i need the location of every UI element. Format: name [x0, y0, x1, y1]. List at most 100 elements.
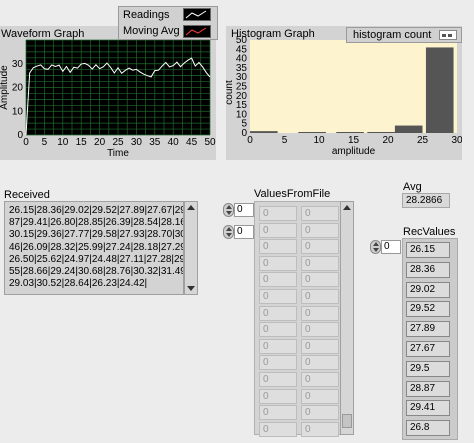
values-from-file-cell[interactable]: 0: [259, 305, 297, 321]
received-line: 29.03|30.52|28.64|26.23|24.42|: [9, 278, 148, 290]
values-from-file-cell[interactable]: 0: [301, 322, 339, 338]
rec-values-index-input[interactable]: 0: [381, 240, 401, 254]
received-scrollbar[interactable]: [184, 201, 198, 295]
x-tick-label: 45: [186, 137, 198, 148]
histogram-bar: [367, 132, 395, 133]
legend-swatch-readings[interactable]: [183, 8, 211, 21]
values-from-file-cell[interactable]: 0: [301, 289, 339, 304]
col-index-input[interactable]: 0: [234, 225, 254, 239]
histogram-swatch-block: [448, 34, 452, 37]
rec-values-cell: 27.89: [406, 321, 450, 338]
legend-swatch-moving-avg[interactable]: [183, 25, 211, 38]
rec-values-cell: 29.52: [406, 301, 450, 318]
x-tick-label: 20: [382, 135, 394, 146]
histogram-bar: [250, 131, 278, 133]
row-index-input[interactable]: 0: [234, 203, 254, 217]
x-tick-label: 35: [149, 137, 161, 148]
values-from-file-cell[interactable]: 0: [301, 405, 339, 421]
scroll-up-icon[interactable]: [343, 205, 351, 210]
received-line: 26.15|28.36|29.02|29.52|27.89|27.67|29.5…: [9, 205, 183, 216]
values-from-file-cell[interactable]: 0: [259, 355, 297, 371]
x-tick-label: 5: [282, 135, 288, 146]
values-from-file-cell[interactable]: 0: [301, 272, 339, 288]
values-from-file-cell[interactable]: 0: [301, 421, 339, 437]
row-index-spinner[interactable]: [223, 203, 234, 217]
x-tick-label: 50: [204, 137, 216, 148]
x-tick-label: 15: [348, 135, 360, 146]
rec-values-index-spinner[interactable]: [370, 240, 381, 254]
x-tick-label: 5: [42, 137, 48, 148]
x-tick-label: 30: [451, 135, 462, 146]
values-from-file-cell[interactable]: 0: [259, 322, 297, 338]
histogram-legend[interactable]: histogram count: [346, 27, 462, 43]
histogram-graph[interactable]: 0 5 10 15 20 25 30 0 5 10 15 20 25 30 35 40 45 50 amplitud…: [226, 26, 462, 160]
y-axis-label: Amplitude: [0, 65, 10, 110]
col-index-spinner[interactable]: [223, 225, 234, 239]
y-tick-label: 10: [12, 106, 24, 117]
scroll-up-icon[interactable]: [187, 205, 195, 210]
received-line: 30.15|29.36|27.77|29.58|27.93|28.70|30.2…: [9, 229, 183, 241]
waveform-plot[interactable]: 0 5 10 15 20 25 30 35 40 45 500102030TimeAmplitude: [0, 26, 216, 160]
values-from-file-cell[interactable]: 0: [301, 355, 339, 371]
histogram-title: Histogram Graph: [231, 28, 315, 40]
values-from-file-cell[interactable]: 0: [301, 239, 339, 255]
x-tick-label: 0: [23, 137, 29, 148]
y-tick-label: 20: [12, 83, 24, 94]
values-from-file-cell[interactable]: 0: [301, 255, 339, 271]
received-text[interactable]: 26.15|28.36|29.02|29.52|27.89|27.67|29.5…: [4, 201, 184, 295]
x-axis-label: amplitude: [332, 146, 376, 157]
values-from-file-cell[interactable]: 0: [259, 289, 297, 304]
avg-label: Avg: [403, 181, 422, 193]
received-line: 55|28.66|29.24|30.68|28.76|30.32|31.49|3…: [9, 266, 183, 278]
rec-values-cell: 28.87: [406, 380, 450, 397]
values-from-file-cell[interactable]: 0: [259, 388, 297, 404]
values-from-file-cell[interactable]: 0: [301, 222, 339, 238]
rec-values-cell: 27.67: [406, 341, 450, 357]
values-from-file-cell[interactable]: 0: [259, 239, 297, 255]
y-tick-label: 30: [12, 59, 24, 70]
histogram-plot[interactable]: 0 5 10 15 20 25 3005101520253035404550amplitud…: [226, 26, 462, 160]
values-from-file-cell[interactable]: 0: [259, 372, 297, 387]
values-from-file-cell[interactable]: 0: [301, 338, 339, 354]
waveform-graph[interactable]: 0 5 10 15 20 25 30 35 40 45 50 0 10 20 30 Time Amplitude: [0, 26, 216, 160]
rec-values-label: RecValues: [403, 226, 456, 238]
values-from-file-cell[interactable]: 0: [301, 206, 339, 221]
values-from-file-cell[interactable]: 0: [259, 405, 297, 421]
waveform-legend[interactable]: Readings Moving Avg: [118, 6, 218, 40]
values-from-file-cell[interactable]: 0: [259, 421, 297, 437]
received-label: Received: [4, 189, 50, 201]
values-from-file-array[interactable]: 0000000000000000000000000000: [254, 201, 344, 437]
values-from-file-label: ValuesFromFile: [254, 188, 331, 200]
histogram-swatch-icon[interactable]: [439, 30, 457, 40]
waveform-title: Waveform Graph: [1, 28, 85, 40]
rec-values-array[interactable]: 26.15 28.36 29.02 29.52 27.89 27.67 29.5 28.87 2…: [402, 238, 458, 440]
y-axis-label: count: [226, 80, 235, 105]
rec-values-cell: 29.02: [406, 281, 450, 298]
histogram-bar: [298, 132, 326, 133]
values-from-file-cell[interactable]: 0: [259, 206, 297, 221]
legend-item-moving-avg: Moving Avg: [123, 25, 180, 37]
x-tick-label: 20: [94, 137, 106, 148]
histogram-bar: [336, 132, 364, 133]
values-from-file-cell[interactable]: 0: [301, 388, 339, 404]
scroll-thumb[interactable]: [342, 414, 352, 428]
values-from-file-cell[interactable]: 0: [259, 272, 297, 288]
received-line: 26.50|25.62|24.97|24.48|27.11|27.28|29.0…: [9, 253, 183, 265]
histogram-swatch-block: [442, 34, 446, 37]
x-tick-label: 10: [57, 137, 69, 148]
values-from-file-cell[interactable]: 0: [301, 372, 339, 387]
values-from-file-cell[interactable]: 0: [259, 255, 297, 271]
values-from-file-scrollbar[interactable]: [340, 201, 354, 435]
x-tick-label: 25: [417, 135, 429, 146]
scroll-down-icon[interactable]: [187, 286, 195, 291]
values-from-file-cell[interactable]: 0: [259, 338, 297, 354]
x-tick-label: 40: [168, 137, 180, 148]
x-tick-label: 30: [131, 137, 143, 148]
rec-values-cell: 26.15: [406, 242, 450, 258]
histogram-bar: [394, 125, 423, 133]
legend-item-readings: Readings: [123, 9, 170, 21]
x-tick-label: 15: [76, 137, 88, 148]
values-from-file-cell[interactable]: 0: [301, 305, 339, 321]
received-line: 87|29.41|26.80|28.85|26.39|28.54|28.16|2…: [9, 217, 183, 229]
values-from-file-cell[interactable]: 0: [259, 222, 297, 238]
